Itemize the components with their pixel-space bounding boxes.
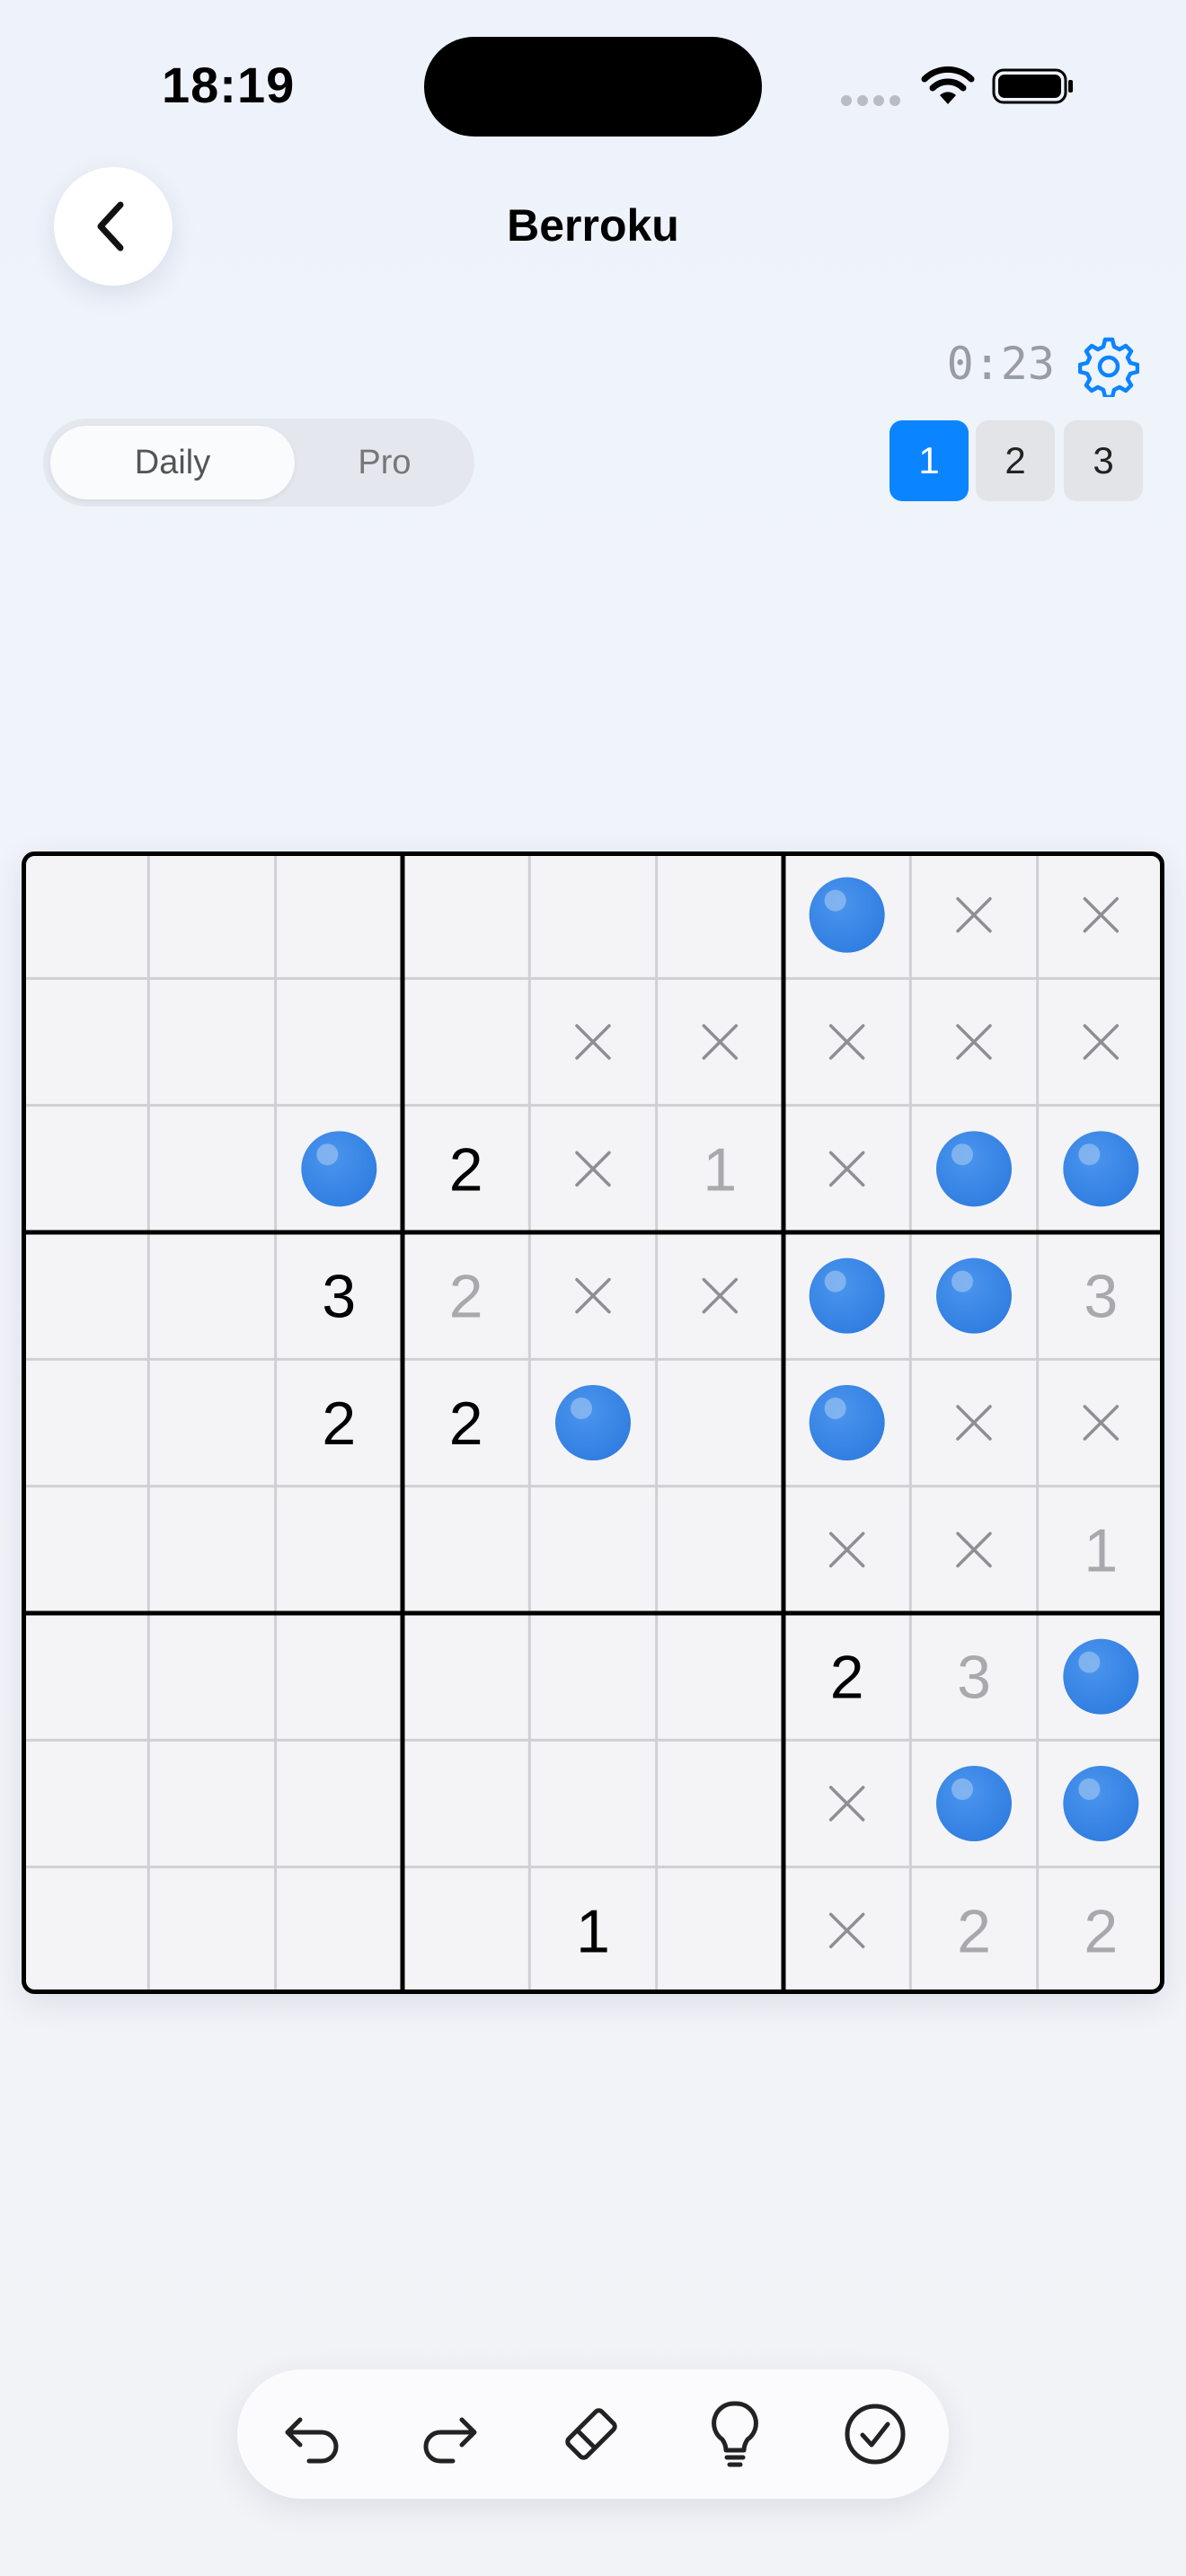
redo-button[interactable] [410,2395,489,2474]
cell-given-number[interactable]: 2 [830,1644,864,1712]
bottom-toolbar [237,2369,949,2499]
cell-given-number[interactable]: 2 [322,1389,356,1458]
dynamic-island [424,37,762,137]
cell-entered-number[interactable]: 3 [957,1644,991,1712]
page-title: Berroku [507,200,679,251]
cell-ball[interactable] [936,1257,1012,1334]
cell-ball[interactable] [809,877,885,953]
status-bar: 18:19 [0,0,1186,171]
undo-icon [285,2417,339,2464]
cell-entered-number[interactable]: 1 [1084,1516,1118,1584]
hint-lightbulb-icon [712,2401,758,2467]
cell-ball[interactable] [936,1766,1012,1841]
battery-icon [992,68,1073,104]
undo-button[interactable] [273,2395,352,2474]
cell-entered-number[interactable]: 2 [1084,1897,1118,1965]
cell-entered-number[interactable]: 2 [957,1897,991,1965]
mode-daily-option[interactable]: Daily [50,426,295,499]
cell-ball[interactable] [936,1131,1012,1207]
cell-given-number[interactable]: 1 [576,1897,610,1965]
level-1-button[interactable]: 1 [890,420,969,501]
cell-ball[interactable] [1063,1131,1139,1207]
cell-ball[interactable] [301,1131,377,1207]
level-2-button[interactable]: 2 [976,420,1055,501]
wifi-icon [921,66,975,104]
eraser-button[interactable] [552,2395,631,2474]
hint-button[interactable] [695,2395,774,2474]
cell-ball[interactable] [809,1257,885,1334]
cell-ball[interactable] [555,1385,631,1460]
status-time: 18:19 [162,57,296,113]
puzzle-grid: 2 1 3 2 3 2 2 1 2 3 1 2 2 [22,851,1164,1994]
cell-given-number[interactable]: 2 [449,1135,483,1204]
cell-entered-number[interactable]: 2 [449,1263,483,1331]
cell-entered-number[interactable]: 1 [703,1135,737,1204]
level-3-button[interactable]: 3 [1064,420,1143,501]
cellular-signal-icon [841,95,902,106]
gear-icon[interactable] [1078,336,1139,397]
cell-ball[interactable] [1063,1638,1139,1715]
cell-ball[interactable] [1063,1766,1139,1841]
cell-entered-number[interactable]: 3 [1084,1263,1118,1331]
cell-given-number[interactable]: 3 [322,1263,356,1331]
cell-given-number[interactable]: 2 [449,1389,483,1458]
check-circle-icon [845,2404,906,2465]
puzzle-board: 2 1 3 2 3 2 2 1 2 3 1 2 2 [22,851,1164,1994]
mode-pro-option[interactable]: Pro [304,426,465,499]
check-button[interactable] [836,2395,915,2474]
cell-ball[interactable] [809,1385,885,1460]
redo-icon [423,2417,477,2464]
eraser-icon [565,2408,617,2460]
game-timer: 0:23 [946,338,1055,390]
mode-toggle: Daily Pro [43,419,474,507]
